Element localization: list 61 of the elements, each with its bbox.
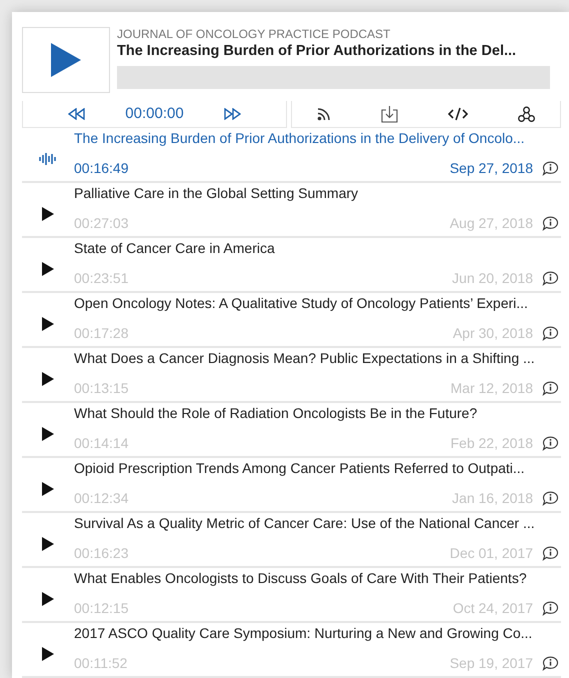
episode-date: Dec 01, 2017: [450, 544, 533, 563]
episode-title[interactable]: Survival As a Quality Metric of Cancer Care: Use of the National Cancer ...: [74, 514, 561, 532]
share-icon[interactable]: [518, 106, 535, 122]
episode-duration: 00:16:23: [74, 544, 128, 563]
episode-title[interactable]: What Should the Role of Radiation Oncologists Be in the Future?: [74, 404, 561, 422]
episode-date: Apr 30, 2018: [452, 324, 533, 343]
episode-title[interactable]: What Enables Oncologists to Discuss Goals of Care With Their Patients?: [74, 569, 561, 587]
episode-title[interactable]: What Does a Cancer Diagnosis Mean? Public Expectations in a Shifting ...: [74, 349, 561, 367]
episode-date: Mar 12, 2018: [450, 379, 533, 398]
episode-duration: 00:13:15: [74, 379, 128, 398]
episode-date: Sep 19, 2017: [450, 654, 533, 673]
episode-duration: 00:27:03: [74, 214, 128, 233]
episode-date: Feb 22, 2018: [450, 434, 533, 453]
episode-date: Sep 27, 2018: [450, 159, 533, 178]
code-icon[interactable]: [448, 107, 468, 121]
rss-icon[interactable]: [317, 107, 331, 121]
episode-duration: 00:11:52: [74, 654, 128, 673]
episode-title[interactable]: Open Oncology Notes: A Qualitative Study of Oncology Patients’ Experi...: [74, 294, 561, 312]
episode-duration: 00:23:51: [74, 269, 128, 288]
info-icon[interactable]: [542, 381, 559, 396]
episode-title[interactable]: State of Cancer Care in America: [74, 239, 561, 257]
episode-duration: 00:12:15: [74, 599, 128, 618]
play-icon[interactable]: [42, 482, 54, 496]
elapsed-time: 00:00:00: [125, 104, 184, 124]
episode-date: Jan 16, 2018: [452, 489, 533, 508]
info-icon[interactable]: [542, 491, 559, 506]
podcast-name: JOURNAL OF ONCOLOGY PRACTICE PODCAST: [117, 27, 392, 41]
fast-forward-icon[interactable]: [224, 108, 241, 120]
rewind-icon[interactable]: [68, 108, 85, 120]
info-icon[interactable]: [542, 601, 559, 616]
episode-duration: 00:12:34: [74, 489, 128, 508]
episode-date: Oct 24, 2017: [452, 599, 533, 618]
download-icon[interactable]: [381, 105, 398, 123]
play-icon[interactable]: [42, 592, 54, 606]
info-icon[interactable]: [542, 436, 559, 451]
episode-title[interactable]: Palliative Care in the Global Setting Summary: [74, 184, 561, 202]
play-icon: [51, 43, 81, 77]
episode-duration: 00:17:28: [74, 324, 128, 343]
episode-title: The Increasing Burden of Prior Authorizations in the Del...: [117, 42, 518, 61]
play-icon[interactable]: [42, 206, 54, 220]
info-icon[interactable]: [542, 216, 559, 231]
episode-title[interactable]: 2017 ASCO Quality Care Symposium: Nurturing a New and Growing Co...: [74, 624, 561, 642]
info-icon[interactable]: [542, 656, 559, 671]
play-icon[interactable]: [42, 262, 54, 276]
info-icon[interactable]: [542, 326, 559, 341]
play-icon[interactable]: [42, 372, 54, 386]
info-icon[interactable]: [542, 161, 559, 176]
play-icon[interactable]: [42, 426, 54, 440]
waveform-icon: [39, 152, 57, 166]
episode-title[interactable]: Opioid Prescription Trends Among Cancer Patients Referred to Outpati...: [74, 459, 561, 477]
play-icon[interactable]: [42, 316, 54, 330]
episode-title[interactable]: The Increasing Burden of Prior Authorizations in the Delivery of Oncolo...: [74, 129, 561, 147]
episode-date: Jun 20, 2018: [452, 269, 533, 288]
episode-duration: 00:16:49: [74, 159, 128, 178]
play-button[interactable]: [22, 27, 110, 93]
info-icon[interactable]: [542, 271, 559, 286]
play-icon[interactable]: [42, 646, 54, 660]
info-icon[interactable]: [542, 546, 559, 561]
episode-date: Aug 27, 2018: [450, 214, 533, 233]
episode-duration: 00:14:14: [74, 434, 128, 453]
play-icon[interactable]: [42, 536, 54, 550]
